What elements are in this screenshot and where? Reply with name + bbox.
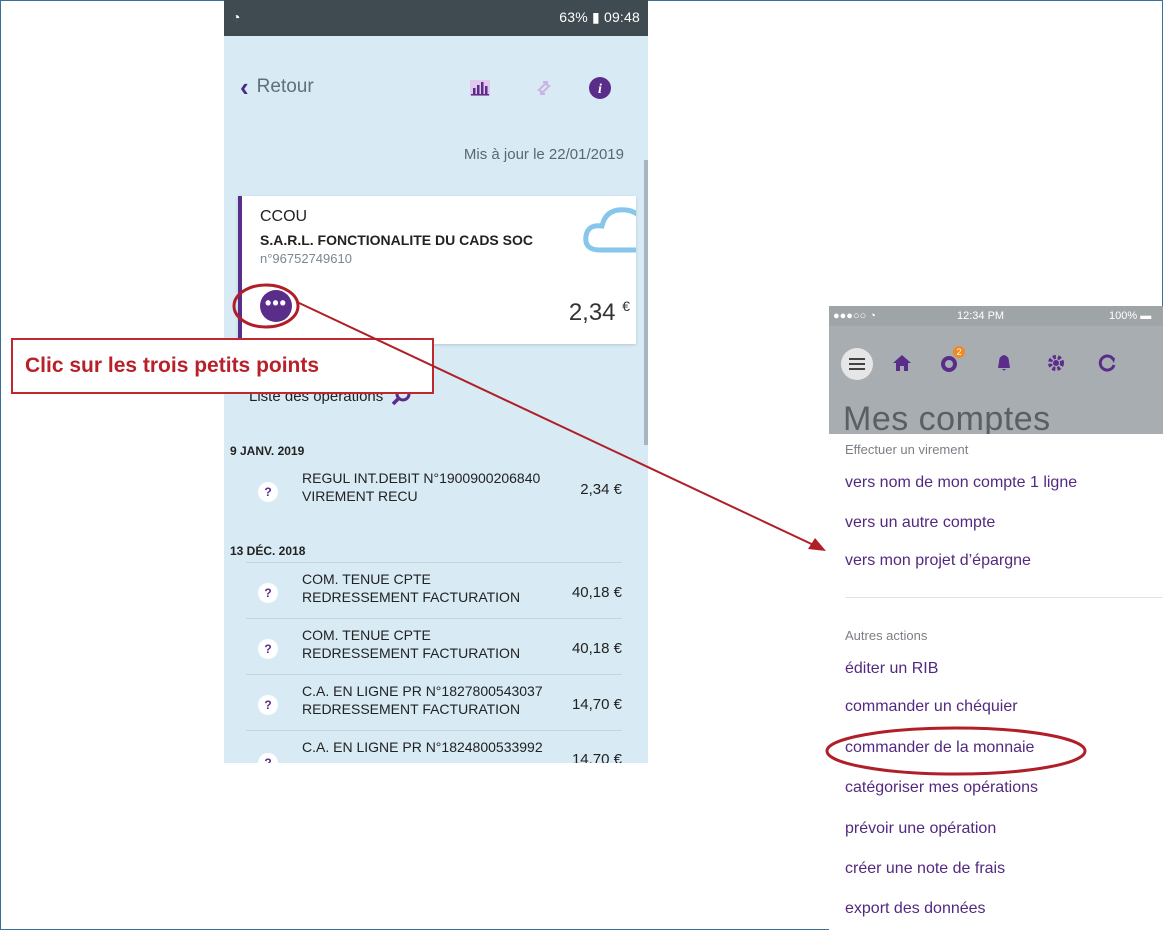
op-sublabel: VIREMENT RECU xyxy=(302,488,418,504)
bar-chart-icon[interactable] xyxy=(468,76,492,100)
category-unknown-icon: ? xyxy=(258,639,278,659)
menu-item-transfer-savings[interactable]: vers mon projet d’épargne xyxy=(845,552,1031,570)
info-icon[interactable]: i xyxy=(588,76,612,100)
bell-icon[interactable] xyxy=(993,352,1015,374)
group-date: 13 DÉC. 2018 xyxy=(230,544,306,558)
menu-item-rib[interactable]: éditer un RIB xyxy=(845,660,938,678)
op-amount: 14,70 € xyxy=(571,696,622,713)
menu-item-export[interactable]: export des données xyxy=(845,900,986,918)
ios-status-bar: ●●●○○ ◔ 12:34 PM 100% ▬ xyxy=(829,306,1163,326)
top-nav: ‹ Retour i xyxy=(224,36,648,136)
last-updated: Mis à jour le 22/01/2019 xyxy=(463,146,624,163)
back-button[interactable]: ‹ Retour xyxy=(240,72,314,102)
notification-badge: 2 xyxy=(953,346,965,358)
scrollbar[interactable] xyxy=(644,160,648,445)
op-label: REGUL INT.DEBIT N°1900900206840 xyxy=(302,470,541,486)
gear-icon[interactable] xyxy=(1045,352,1067,374)
signal-icon: ●●●○○ ◔ xyxy=(833,310,876,322)
operation-row[interactable]: ? COM. TENUE CPTE REDRESSEMENT FACTURATI… xyxy=(246,618,622,673)
group-date: 9 JANV. 2019 xyxy=(230,444,305,458)
account-number: n°96752749610 xyxy=(260,251,352,266)
op-label: C.A. EN LIGNE PR N°1824800533992 xyxy=(302,739,543,755)
account-type: CCOU xyxy=(260,208,308,225)
menu-item-order-cash[interactable]: commander de la monnaie xyxy=(845,739,1034,757)
menu-item-transfer-own[interactable]: vers nom de mon compte 1 ligne xyxy=(845,474,1077,492)
operation-row[interactable]: ? COM. TENUE CPTE REDRESSEMENT FACTURATI… xyxy=(246,562,622,617)
status-right: 63% ▮ 09:48 xyxy=(559,9,640,25)
divider xyxy=(845,597,1163,598)
wifi-icon: ◔ xyxy=(232,9,241,25)
op-amount: 40,18 € xyxy=(571,640,622,657)
menu-item-expense-note[interactable]: créer une note de frais xyxy=(845,860,1005,878)
menu-item-transfer-other[interactable]: vers un autre compte xyxy=(845,514,995,532)
status-bar: ◔ 63% ▮ 09:48 xyxy=(224,0,648,36)
refresh-icon[interactable] xyxy=(1097,352,1119,374)
op-label: COM. TENUE CPTE xyxy=(302,627,431,643)
annotation-text: Clic sur les trois petits points xyxy=(25,354,320,377)
op-sublabel: REDRESSEMENT FACTURATION xyxy=(302,701,521,717)
home-icon[interactable] xyxy=(891,352,913,374)
op-amount: 14,70 € xyxy=(571,751,622,763)
op-label: COM. TENUE CPTE xyxy=(302,571,431,587)
ios-time: 12:34 PM xyxy=(957,310,1005,322)
transfer-icon[interactable] xyxy=(532,76,556,100)
menu-item-categorize[interactable]: catégoriser mes opérations xyxy=(845,779,1038,797)
category-unknown-icon: ? xyxy=(258,482,278,502)
svg-text:i: i xyxy=(598,82,602,97)
op-label: C.A. EN LIGNE PR N°1827800543037 xyxy=(302,683,543,699)
operation-row[interactable]: ? C.A. EN LIGNE PR N°1827800543037 REDRE… xyxy=(246,674,622,729)
op-amount: 40,18 € xyxy=(571,584,622,601)
ios-battery: 100% ▬ xyxy=(1109,310,1152,322)
category-unknown-icon: ? xyxy=(258,695,278,715)
account-card[interactable]: CCOU S.A.R.L. FONCTIONALITE DU CADS SOC … xyxy=(238,196,636,344)
op-amount: 2,34 € xyxy=(580,481,622,498)
category-unknown-icon: ? xyxy=(258,753,278,763)
operation-row[interactable]: ? C.A. EN LIGNE PR N°1824800533992 14,70… xyxy=(246,730,622,763)
menu-item-plan-operation[interactable]: prévoir une opération xyxy=(845,820,996,838)
account-balance: 2,34 € xyxy=(568,298,630,326)
cloud-icon xyxy=(583,207,636,253)
account-holder: S.A.R.L. FONCTIONALITE DU CADS SOC xyxy=(260,232,533,248)
category-unknown-icon: ? xyxy=(258,583,278,603)
menu-item-chequebook[interactable]: commander un chéquier xyxy=(845,698,1018,716)
section-other: Autres actions xyxy=(845,628,928,643)
op-sublabel: REDRESSEMENT FACTURATION xyxy=(302,589,521,605)
hamburger-menu-icon[interactable] xyxy=(841,348,873,380)
annotation-callout: Clic sur les trois petits points xyxy=(11,338,434,394)
action-sheet: Effectuer un virement vers nom de mon co… xyxy=(829,434,1163,930)
section-transfer: Effectuer un virement xyxy=(845,442,969,457)
ios-header: 2 Mes comptes xyxy=(829,326,1163,438)
chevron-left-icon: ‹ xyxy=(240,72,249,102)
back-label: Retour xyxy=(256,76,314,97)
ios-screen: ●●●○○ ◔ 12:34 PM 100% ▬ 2 Mes comptes Ef… xyxy=(829,306,1163,930)
op-sublabel: REDRESSEMENT FACTURATION xyxy=(302,645,521,661)
more-options-button[interactable]: ••• xyxy=(260,290,292,322)
operation-row[interactable]: ? REGUL INT.DEBIT N°1900900206840 VIREME… xyxy=(246,462,622,517)
